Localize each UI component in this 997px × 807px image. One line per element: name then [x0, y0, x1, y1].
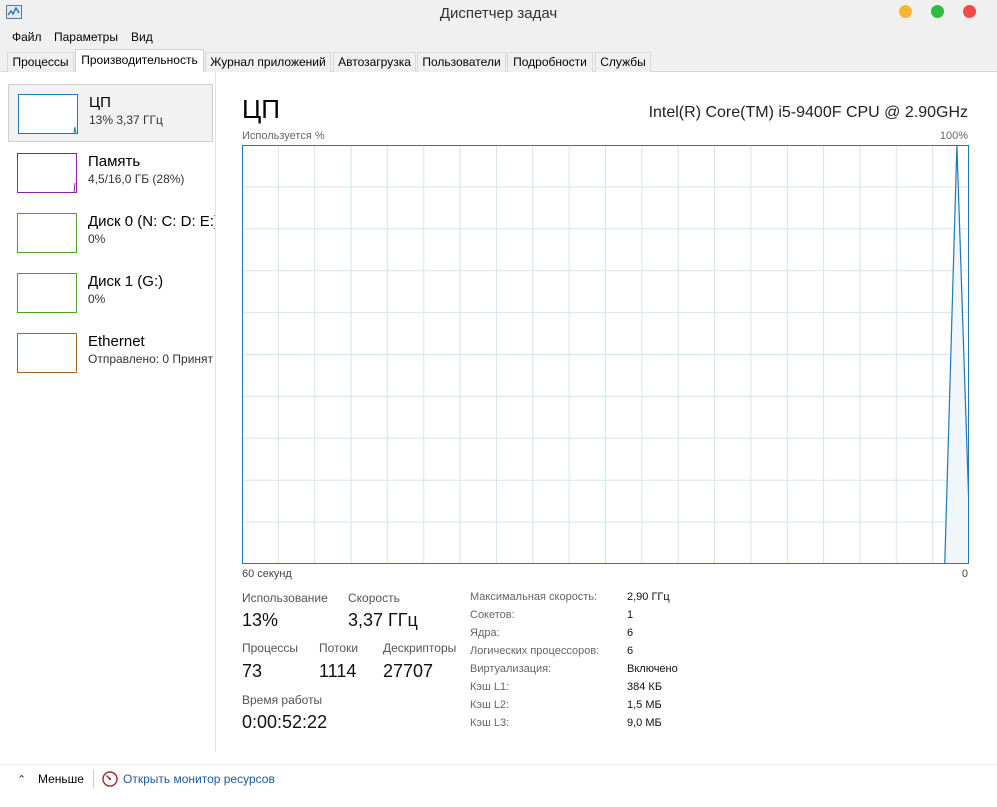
- sidebar-item-disk1[interactable]: Диск 1 (G:) 0%: [8, 264, 213, 322]
- performance-panel: ЦП 13% 3,37 ГГц Память 4,5/16,0 ГБ (28%)…: [0, 72, 997, 764]
- spec-sockets-key: Сокетов:: [470, 609, 515, 621]
- tab-bar: Процессы Производительность Журнал прило…: [0, 48, 997, 73]
- spec-l2-cache-value: 1,5 МБ: [627, 699, 662, 711]
- sidebar-item-cpu[interactable]: ЦП 13% 3,37 ГГц: [8, 84, 213, 142]
- tab-details[interactable]: Подробности: [507, 52, 593, 72]
- speed-label: Скорость: [348, 591, 400, 605]
- sidebar-item-label: Диск 1 (G:): [88, 273, 164, 290]
- tab-services[interactable]: Службы: [595, 52, 651, 72]
- close-button[interactable]: [963, 5, 976, 18]
- uptime-value: 0:00:52:22: [242, 712, 328, 732]
- footer-divider: [93, 770, 94, 788]
- graph-x-left-label: 60 секунд: [242, 568, 292, 580]
- tab-performance[interactable]: Производительность: [75, 49, 204, 73]
- cpu-model: Intel(R) Core(TM) i5-9400F CPU @ 2.90GHz: [648, 104, 968, 121]
- spec-virtualization-value: Включено: [627, 663, 678, 675]
- spec-l1-cache-value: 384 КБ: [627, 681, 663, 693]
- footer-bar: ⌃ Меньше Открыть монитор ресурсов: [0, 764, 997, 807]
- sidebar-item-disk0[interactable]: Диск 0 (N: C: D: E:) 0%: [8, 204, 216, 262]
- graph-y-label: Используется %: [242, 130, 325, 142]
- menu-view[interactable]: Вид: [131, 30, 153, 44]
- spec-logical-processors-value: 6: [627, 645, 634, 657]
- spec-virtualization-key: Виртуализация:: [470, 663, 552, 675]
- threads-label: Потоки: [319, 641, 359, 655]
- sidebar-item-memory[interactable]: Память 4,5/16,0 ГБ (28%): [8, 144, 213, 202]
- maximize-button[interactable]: [931, 5, 944, 18]
- handles-value: 27707: [383, 661, 434, 681]
- tab-startup[interactable]: Автозагрузка: [333, 52, 416, 72]
- spec-l2-cache-key: Кэш L2:: [470, 699, 510, 711]
- processes-label: Процессы: [242, 641, 299, 655]
- spec-max-speed-key: Максимальная скорость:: [470, 591, 598, 603]
- sidebar-item-label: Память: [88, 153, 141, 170]
- disk1-thumbnail-graph: [17, 273, 77, 313]
- minimize-button[interactable]: [899, 5, 912, 18]
- menu-file[interactable]: Файл: [12, 30, 42, 44]
- cpu-detail-panel: ЦП Intel(R) Core(TM) i5-9400F CPU @ 2.90…: [242, 72, 970, 752]
- graph-y-max-label: 100%: [939, 130, 968, 142]
- spec-logical-processors-key: Логических процессоров:: [470, 645, 600, 657]
- ethernet-thumbnail-graph: [17, 333, 77, 373]
- window-title: Диспетчер задач: [439, 5, 558, 22]
- menu-bar: Файл Параметры Вид: [0, 27, 997, 48]
- fewer-details-button[interactable]: Меньше: [38, 772, 84, 786]
- menu-options[interactable]: Параметры: [54, 30, 118, 44]
- tab-users[interactable]: Пользователи: [417, 52, 506, 72]
- chevron-up-icon[interactable]: ⌃: [17, 773, 26, 786]
- title-bar: Диспетчер задач: [0, 0, 997, 27]
- spec-sockets-value: 1: [627, 609, 634, 621]
- sidebar-item-detail: 4,5/16,0 ГБ (28%): [88, 172, 185, 186]
- sidebar-item-detail: 13% 3,37 ГГц: [89, 113, 163, 127]
- spec-cores-key: Ядра:: [470, 627, 500, 639]
- handles-label: Дескрипторы: [383, 641, 457, 655]
- cpu-thumbnail-graph: [18, 94, 78, 134]
- graph-x-right-label: 0: [961, 568, 968, 580]
- memory-thumbnail-graph: [17, 153, 77, 193]
- usage-value: 13%: [242, 610, 279, 630]
- spec-l3-cache-value: 9,0 МБ: [627, 717, 662, 729]
- cpu-usage-graph: [242, 145, 969, 564]
- tab-processes[interactable]: Процессы: [7, 52, 74, 72]
- sidebar-item-detail: 0%: [88, 292, 106, 306]
- spec-l3-cache-key: Кэш L3:: [470, 717, 510, 729]
- usage-label: Использование: [242, 591, 328, 605]
- sidebar-item-label: ЦП: [89, 94, 111, 111]
- sidebar-item-detail: Отправлено: 0 Принят: [88, 352, 214, 366]
- resource-sidebar: ЦП 13% 3,37 ГГц Память 4,5/16,0 ГБ (28%)…: [0, 72, 216, 752]
- spec-max-speed-value: 2,90 ГГц: [627, 591, 670, 603]
- uptime-label: Время работы: [242, 693, 323, 707]
- sidebar-item-label: Диск 0 (N: C: D: E:): [88, 213, 216, 230]
- spec-cores-value: 6: [627, 627, 634, 639]
- open-resource-monitor-link[interactable]: Открыть монитор ресурсов: [123, 772, 275, 786]
- page-title: ЦП: [242, 94, 280, 124]
- sidebar-item-label: Ethernet: [88, 333, 145, 350]
- speed-value: 3,37 ГГц: [348, 610, 418, 630]
- spec-l1-cache-key: Кэш L1:: [470, 681, 510, 693]
- sidebar-item-ethernet[interactable]: Ethernet Отправлено: 0 Принят: [8, 324, 213, 382]
- tab-app-history[interactable]: Журнал приложений: [205, 52, 331, 72]
- threads-value: 1114: [319, 661, 357, 681]
- disk0-thumbnail-graph: [17, 213, 77, 253]
- sidebar-item-detail: 0%: [88, 232, 106, 246]
- resource-monitor-icon: [102, 771, 118, 787]
- processes-value: 73: [242, 661, 263, 681]
